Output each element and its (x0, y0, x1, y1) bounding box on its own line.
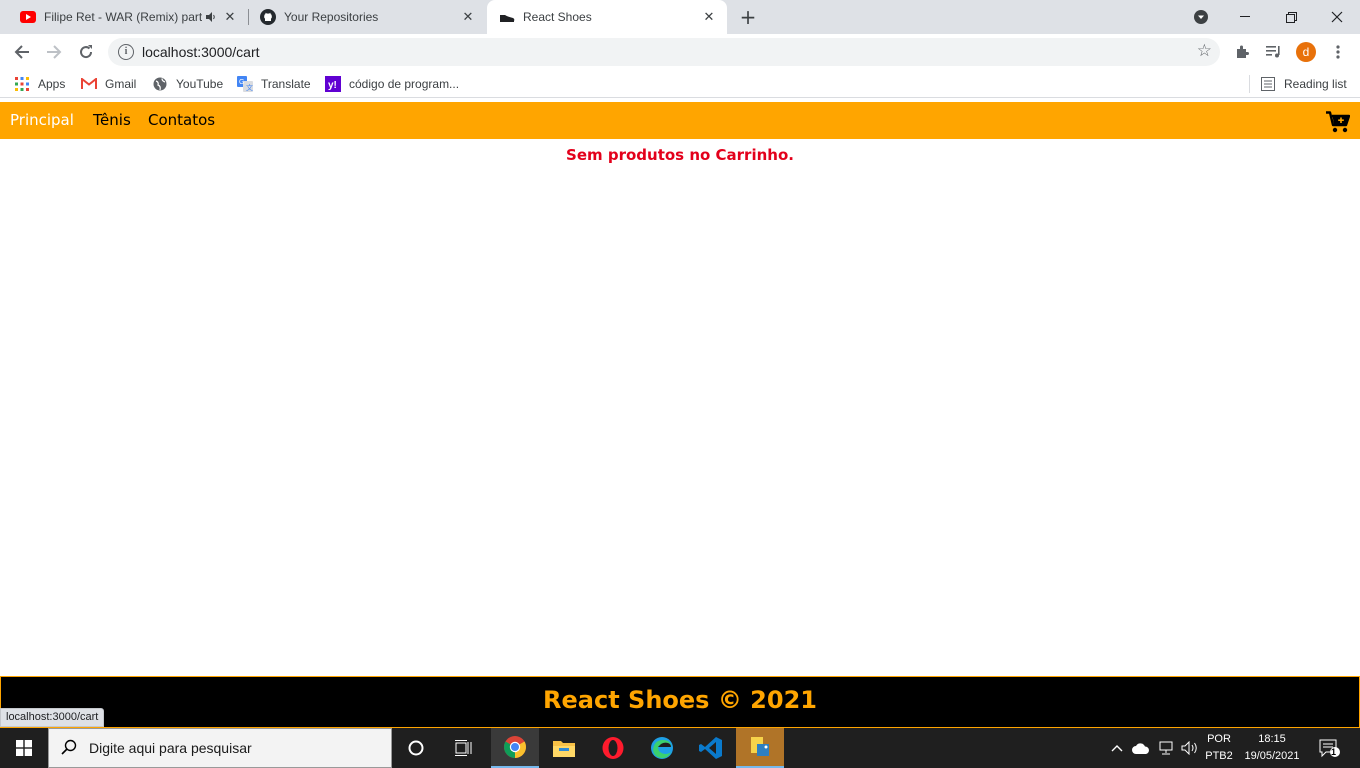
taskbar-vscode[interactable] (687, 728, 735, 768)
nav-tenis[interactable]: Tênis (93, 111, 131, 129)
taskbar-file-explorer[interactable] (540, 728, 588, 768)
taskbar-search-box[interactable]: Digite aqui para pesquisar (48, 728, 392, 768)
bookmark-label: Apps (38, 77, 66, 91)
media-control-icon[interactable] (1264, 42, 1284, 62)
info-icon[interactable]: i (118, 44, 134, 60)
taskbar-clock[interactable]: 18:15 19/05/2021 (1240, 731, 1304, 765)
onedrive-icon[interactable] (1130, 728, 1152, 768)
bookmark-translate[interactable]: G文 Translate (237, 76, 311, 92)
star-icon[interactable]: ☆ (1197, 41, 1212, 61)
bookmark-youtube[interactable]: YouTube (152, 76, 223, 92)
clock-date: 19/05/2021 (1244, 750, 1300, 762)
reading-list-button[interactable]: Reading list (1260, 76, 1347, 92)
tab-youtube[interactable]: Filipe Ret - WAR (Remix) part ✕ (8, 0, 248, 34)
search-icon (61, 739, 77, 759)
bookmark-gmail[interactable]: Gmail (81, 76, 136, 92)
shoe-icon (499, 9, 515, 25)
speaker-icon[interactable] (202, 9, 220, 25)
url-text: localhost:3000/cart (142, 44, 260, 60)
reading-list-icon (1260, 76, 1276, 92)
empty-cart-message: Sem produtos no Carrinho. (566, 146, 794, 164)
bookmarks-bar: Apps Gmail YouTube G文 Translate y! códig… (0, 70, 1360, 98)
bookmark-separator (1249, 75, 1250, 93)
bookmark-label: YouTube (176, 77, 224, 91)
windows-icon (16, 740, 32, 756)
notification-count: 1 (1331, 747, 1337, 757)
taskbar-edge[interactable] (638, 728, 686, 768)
reading-list-label: Reading list (1284, 77, 1347, 91)
taskbar-opera[interactable] (589, 728, 637, 768)
extensions-icon[interactable] (1232, 42, 1252, 62)
task-view-icon (455, 740, 472, 756)
language-code: POR (1207, 733, 1231, 745)
profile-avatar[interactable]: d (1296, 42, 1316, 62)
language-indicator[interactable]: POR PTB2 (1203, 731, 1235, 765)
notification-center-button[interactable]: 1 (1314, 728, 1344, 768)
svg-text:y!: y! (328, 80, 337, 91)
menu-icon[interactable] (1328, 42, 1348, 62)
start-button[interactable] (0, 728, 48, 768)
link-status-bubble: localhost:3000/cart (0, 708, 105, 727)
app-navbar: Principal Tênis Contatos (0, 102, 1360, 139)
apps-grid-icon (14, 76, 30, 92)
github-icon (260, 9, 276, 25)
close-icon[interactable]: ✕ (222, 9, 238, 25)
network-icon[interactable] (1155, 728, 1177, 768)
tab-strip: Filipe Ret - WAR (Remix) part ✕ Your Rep… (0, 0, 1360, 34)
page-footer: React Shoes © 2021 (0, 676, 1360, 728)
cart-icon[interactable] (1326, 111, 1351, 133)
bookmark-label: Translate (261, 77, 311, 91)
browser-toolbar: i localhost:3000/cart ☆ d (0, 34, 1360, 70)
tab-title: Your Repositories (284, 10, 379, 24)
bookmark-label: código de program... (349, 77, 460, 91)
taskbar-chrome[interactable] (491, 728, 539, 768)
task-view-button[interactable] (440, 728, 488, 768)
nav-contatos[interactable]: Contatos (148, 111, 215, 129)
address-bar[interactable]: i localhost:3000/cart ☆ (108, 38, 1220, 66)
tray-overflow-icon[interactable] (1108, 728, 1126, 768)
windows-taskbar: Digite aqui para pesquisar POR PTB2 18:1… (0, 728, 1360, 768)
youtube-icon (20, 9, 36, 25)
clock-time: 18:15 (1258, 733, 1286, 745)
svg-text:文: 文 (246, 83, 253, 92)
bookmark-codigo[interactable]: y! código de program... (325, 76, 459, 92)
new-tab-button[interactable]: + (737, 7, 759, 27)
image-app-icon (751, 737, 769, 756)
tab-github[interactable]: Your Repositories ✕ (248, 0, 486, 34)
opera-icon (602, 737, 624, 759)
vscode-icon (699, 737, 722, 759)
notification-icon (1319, 739, 1340, 758)
keyboard-layout: PTB2 (1205, 750, 1233, 762)
bookmark-label: Gmail (105, 77, 137, 91)
google-translate-icon: G文 (237, 76, 253, 92)
cortana-button[interactable] (392, 728, 440, 768)
taskbar-image-viewer[interactable] (736, 728, 784, 768)
svg-text:G: G (239, 79, 244, 86)
tab-title: React Shoes (523, 10, 592, 24)
edge-icon (651, 737, 673, 759)
tab-search-button[interactable] (1178, 0, 1224, 34)
tab-react-shoes[interactable]: React Shoes ✕ (487, 0, 727, 34)
reload-button[interactable] (74, 40, 98, 64)
nav-principal[interactable]: Principal (10, 111, 74, 129)
back-button[interactable] (10, 40, 34, 64)
folder-icon (553, 741, 575, 757)
yahoo-icon: y! (325, 76, 341, 92)
tab-title: Filipe Ret - WAR (Remix) part (44, 10, 202, 24)
restore-button[interactable] (1268, 0, 1314, 34)
minimize-button[interactable] (1222, 0, 1268, 34)
gmail-icon (81, 76, 97, 92)
forward-button[interactable] (42, 40, 66, 64)
bookmark-apps[interactable]: Apps (14, 76, 65, 92)
chrome-icon (504, 736, 526, 758)
close-window-button[interactable] (1314, 0, 1360, 34)
globe-icon (152, 76, 168, 92)
close-icon[interactable]: ✕ (701, 9, 717, 25)
close-icon[interactable]: ✕ (460, 9, 476, 25)
search-placeholder: Digite aqui para pesquisar (89, 740, 252, 756)
footer-text: React Shoes © 2021 (543, 686, 817, 714)
volume-icon[interactable] (1179, 728, 1201, 768)
cortana-icon (408, 740, 424, 756)
